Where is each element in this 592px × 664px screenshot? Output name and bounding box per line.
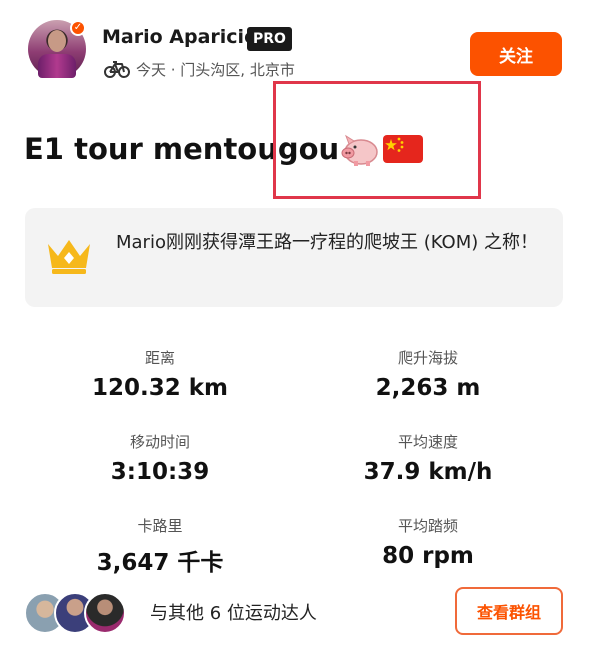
pro-badge: PRO (247, 27, 292, 51)
crown-icon (48, 240, 90, 274)
china-flag-icon (383, 135, 423, 163)
stat-label-avg-cadence: 平均踏频 (397, 517, 458, 535)
pig-icon (341, 134, 378, 166)
group-others-text[interactable]: 与其他 6 位运动达人 (150, 599, 317, 625)
achievement-text: Mario刚刚获得潭王路一疗程的爬坡王 (KOM) 之称！ (116, 232, 538, 253)
stat-label-calories: 卡路里 (137, 517, 183, 535)
stat-value-calories: 3,647 千卡 (96, 550, 224, 576)
view-group-button[interactable]: 查看群组 (455, 587, 563, 635)
stat-value-avg-speed: 37.9 km/h (363, 459, 493, 485)
activity-time-location: 今天 · 门头沟区, 北京市 (136, 60, 295, 79)
stat-label-elevation: 爬升海拔 (397, 349, 458, 367)
stat-value-elevation: 2,263 m (375, 375, 481, 401)
activity-meta: 今天 · 门头沟区, 北京市 (104, 58, 295, 80)
stat-value-avg-cadence: 80 rpm (382, 543, 474, 569)
activity-title[interactable]: E1 tour mentougou (24, 132, 339, 166)
stat-label-moving-time: 移动时间 (129, 433, 190, 451)
group-avatars[interactable] (24, 592, 126, 634)
stat-value-moving-time: 3:10:39 (110, 459, 210, 485)
stat-label-avg-speed: 平均速度 (397, 433, 458, 451)
verified-badge-icon: ✓ (70, 20, 86, 36)
avatar (84, 592, 126, 634)
achievement-card[interactable] (25, 208, 563, 307)
bike-icon (104, 61, 130, 78)
stat-label-distance: 距离 (144, 349, 175, 367)
follow-button[interactable]: 关注 (470, 32, 562, 76)
stat-value-distance: 120.32 km (91, 375, 229, 401)
athlete-name[interactable]: Mario Aparicio (102, 26, 257, 48)
